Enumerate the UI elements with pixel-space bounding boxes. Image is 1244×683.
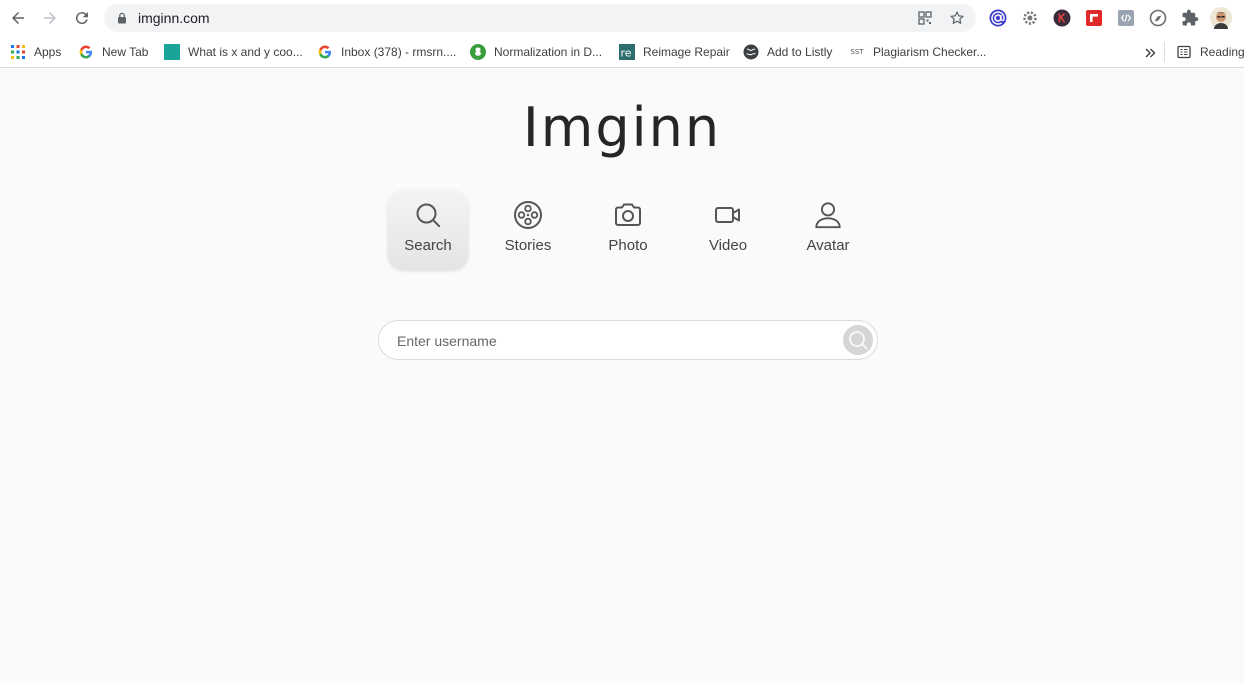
- bookmarks-divider: [1164, 42, 1165, 62]
- reimage-icon: re: [619, 44, 635, 60]
- site-logo[interactable]: Imginn: [0, 96, 1244, 159]
- address-bar[interactable]: imginn.com: [104, 4, 976, 32]
- profile-avatar-button[interactable]: [1210, 7, 1232, 29]
- globe-icon: [743, 44, 759, 60]
- puzzle-piece-icon: [1182, 9, 1199, 26]
- flipboard-icon: [1086, 10, 1102, 26]
- bookmark-what-is-xy[interactable]: What is x and y coo...: [164, 42, 303, 62]
- tab-label: Avatar: [806, 237, 850, 254]
- arrow-left-icon: [12, 12, 24, 24]
- video-camera-icon: [713, 200, 743, 230]
- green-circle-icon: [470, 44, 486, 60]
- bookmark-plagiarism[interactable]: SST Plagiarism Checker...: [849, 42, 986, 62]
- bookmark-label: New Tab: [102, 45, 149, 59]
- bookmark-apps[interactable]: Apps: [10, 42, 61, 62]
- extension-at-button[interactable]: [988, 8, 1008, 28]
- extension-compass-button[interactable]: [1148, 8, 1168, 28]
- search-icon: [849, 331, 868, 350]
- tab-label: Video: [708, 237, 748, 254]
- gear-icon: [1023, 11, 1037, 25]
- tab-label: Photo: [608, 237, 648, 254]
- qr-code-icon: [918, 11, 932, 25]
- back-button[interactable]: [6, 6, 30, 30]
- star-icon: [950, 11, 964, 24]
- k-badge-icon: [1053, 9, 1071, 27]
- at-sign-icon: [989, 9, 1007, 27]
- search-icon: [413, 200, 443, 230]
- lock-icon: [118, 12, 126, 24]
- film-reel-icon: [513, 200, 543, 230]
- tab-search[interactable]: Search: [388, 190, 468, 270]
- svg-text:re: re: [621, 47, 632, 60]
- bookmark-label: Reimage Repair: [643, 45, 730, 59]
- extensions-menu-button[interactable]: [1180, 8, 1200, 28]
- tab-avatar[interactable]: Avatar: [788, 190, 868, 270]
- reading-list-icon: [1176, 44, 1192, 60]
- bookmark-label: Normalization in D...: [494, 45, 603, 59]
- compass-icon: [1149, 9, 1167, 27]
- google-icon: [78, 44, 94, 60]
- search-submit-button[interactable]: [843, 325, 873, 355]
- bookmark-label: Reading list: [1200, 45, 1244, 59]
- reading-list-button[interactable]: Reading list: [1176, 42, 1244, 62]
- forward-button[interactable]: [38, 6, 62, 30]
- bookmark-star-button[interactable]: [948, 9, 966, 27]
- bookmarks-bar: Apps New Tab What is x and y coo... Inbo…: [0, 36, 1244, 68]
- bookmark-reimage[interactable]: re Reimage Repair: [619, 42, 730, 62]
- extension-gear-button[interactable]: [1020, 8, 1040, 28]
- tab-label: Search: [404, 237, 452, 254]
- sst-icon: SST: [850, 48, 864, 56]
- bookmark-new-tab[interactable]: New Tab: [78, 42, 148, 62]
- apps-grid-icon: [10, 44, 26, 60]
- tab-label: Stories: [504, 237, 552, 254]
- tab-stories[interactable]: Stories: [488, 190, 568, 270]
- bookmark-add-to-listly[interactable]: Add to Listly: [743, 42, 832, 62]
- reload-button[interactable]: [70, 6, 94, 30]
- tab-video[interactable]: Video: [688, 190, 768, 270]
- bookmarks-overflow-button[interactable]: [1144, 43, 1156, 63]
- bookmark-label: What is x and y coo...: [188, 45, 303, 59]
- bookmark-label: Plagiarism Checker...: [873, 45, 987, 59]
- extension-code-button[interactable]: [1116, 8, 1136, 28]
- qr-code-button[interactable]: [916, 9, 934, 27]
- bookmark-label: Add to Listly: [767, 45, 833, 59]
- user-icon: [813, 200, 843, 230]
- camera-icon: [613, 200, 643, 230]
- username-search-box: [378, 320, 878, 360]
- teal-square-icon: [164, 44, 180, 60]
- profile-avatar-icon: [1210, 7, 1232, 29]
- bookmark-label: Inbox (378) - rmsrn....: [341, 45, 457, 59]
- tab-photo[interactable]: Photo: [588, 190, 668, 270]
- url-text: imginn.com: [138, 10, 210, 26]
- extension-k-button[interactable]: [1052, 8, 1072, 28]
- google-icon: [317, 44, 333, 60]
- arrow-right-icon: [44, 12, 56, 24]
- bookmark-normalization[interactable]: Normalization in D...: [470, 42, 602, 62]
- bookmark-inbox[interactable]: Inbox (378) - rmsrn....: [317, 42, 456, 62]
- extension-flipboard-button[interactable]: [1084, 8, 1104, 28]
- browser-toolbar: imginn.com: [0, 0, 1244, 36]
- username-input[interactable]: [397, 329, 827, 353]
- bookmark-label: Apps: [34, 45, 62, 59]
- reload-icon: [75, 12, 88, 25]
- code-icon: [1118, 10, 1134, 26]
- chevron-double-right-icon: [1145, 48, 1156, 58]
